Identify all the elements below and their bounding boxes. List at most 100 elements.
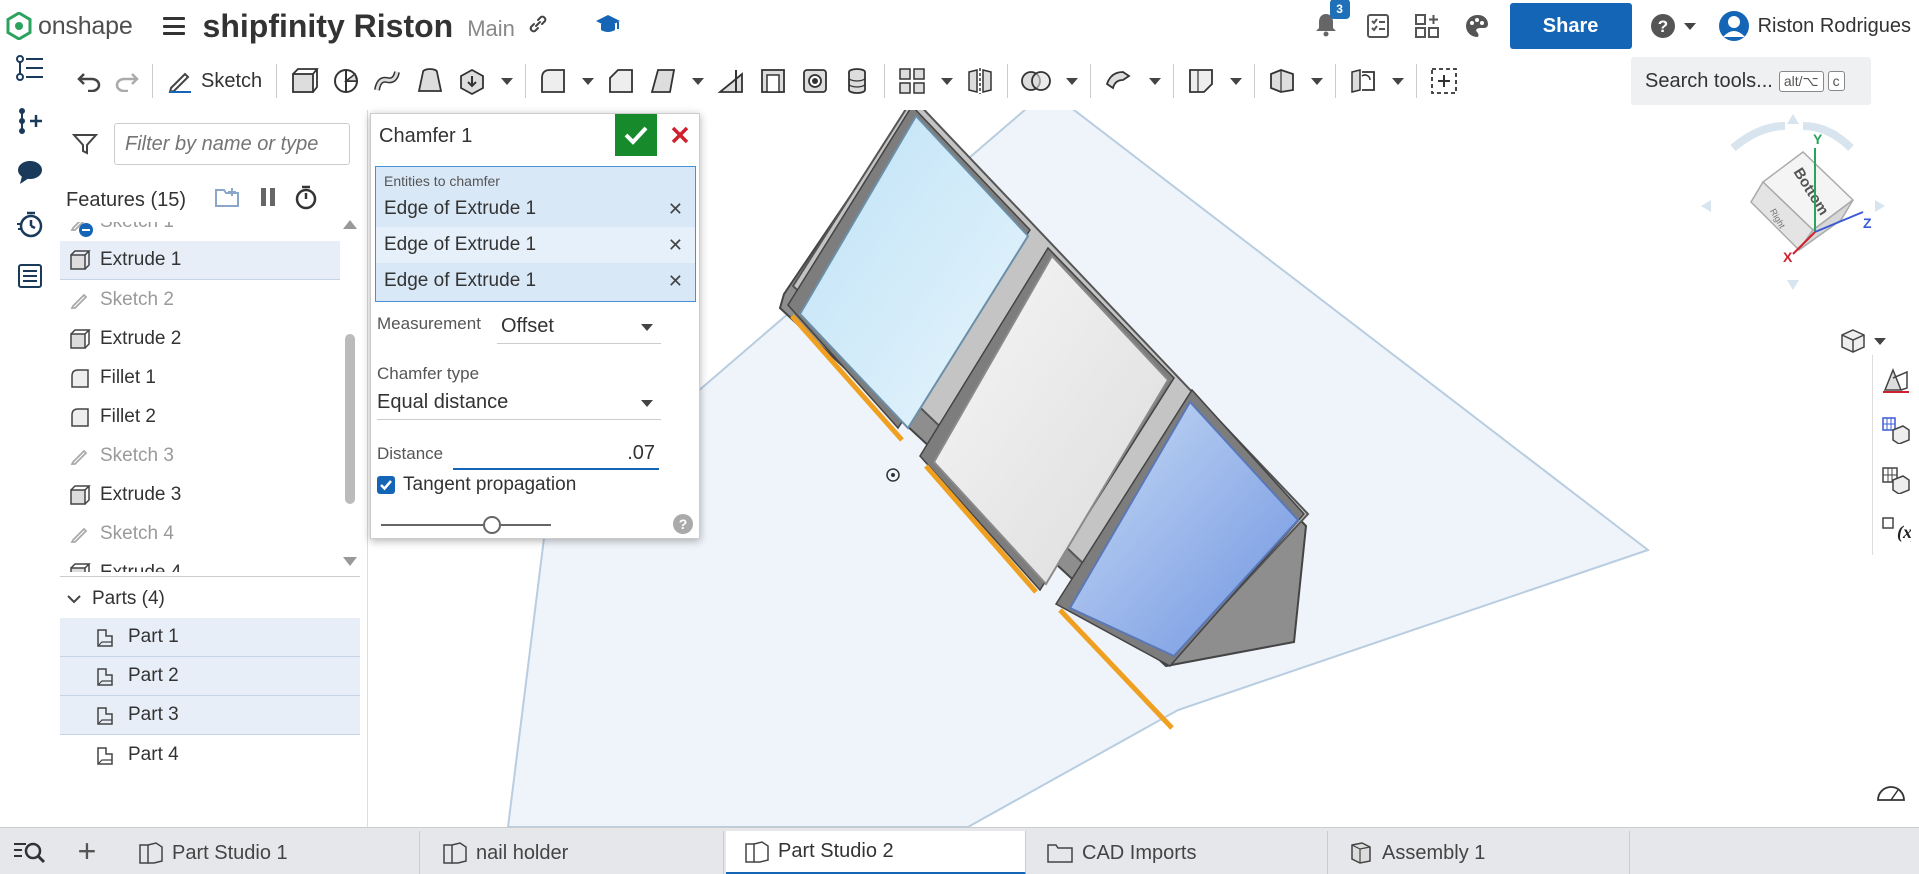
- more-draft-tools[interactable]: [684, 59, 710, 103]
- part-item[interactable]: Part 2: [60, 657, 360, 696]
- revolve-tool[interactable]: [325, 59, 367, 103]
- more-solid-tools[interactable]: [493, 59, 519, 103]
- app-store-icon[interactable]: [1414, 13, 1440, 39]
- remove-entity-icon[interactable]: ✕: [668, 235, 683, 256]
- extrude-tool[interactable]: [283, 59, 325, 103]
- shell-tool[interactable]: [752, 59, 794, 103]
- help-menu[interactable]: ?: [1650, 13, 1696, 39]
- part-item[interactable]: Part 4: [60, 735, 360, 774]
- search-tabs-icon[interactable]: [12, 838, 46, 864]
- cancel-button[interactable]: [661, 114, 699, 156]
- sketch-button[interactable]: Sketch: [159, 59, 270, 103]
- measure-tool-icon[interactable]: [1876, 782, 1906, 802]
- chamfer-tool[interactable]: [600, 59, 642, 103]
- preview-slider-handle[interactable]: [483, 516, 501, 534]
- view-cube[interactable]: Bottom Right Y Z X: [1663, 110, 1903, 308]
- notifications-button[interactable]: 3: [1314, 0, 1350, 42]
- feature-list-scrollbar[interactable]: [342, 212, 357, 572]
- thicken-tool[interactable]: [451, 59, 493, 103]
- help-icon[interactable]: ?: [673, 514, 693, 534]
- variables-icon[interactable]: (x): [1873, 505, 1919, 555]
- branch-name[interactable]: Main: [467, 16, 515, 42]
- pause-icon[interactable]: [258, 186, 278, 214]
- search-tools-input[interactable]: Search tools... alt/⌥ c: [1631, 57, 1871, 105]
- more-fillet-tools[interactable]: [574, 59, 600, 103]
- share-button[interactable]: Share: [1509, 3, 1632, 49]
- appearance-panel-icon[interactable]: [1873, 355, 1919, 405]
- measurement-select[interactable]: Offset: [497, 310, 661, 344]
- user-menu[interactable]: Riston Rodrigues: [1718, 10, 1911, 42]
- more-derived-tools[interactable]: [1384, 59, 1410, 103]
- scroll-down-icon[interactable]: [343, 557, 357, 566]
- entity-item[interactable]: Edge of Extrude 1 ✕: [376, 227, 695, 263]
- view-left-arrow[interactable]: [1701, 200, 1711, 212]
- transform-tool[interactable]: [1097, 59, 1141, 103]
- tab-cad-imports[interactable]: CAD Imports: [1028, 831, 1328, 874]
- appearance-icon[interactable]: [1464, 13, 1490, 39]
- undo-button[interactable]: [70, 59, 108, 103]
- view-up-arrow[interactable]: [1787, 114, 1799, 124]
- chamfer-type-select[interactable]: Equal distance: [377, 386, 661, 420]
- feature-item[interactable]: Extrude 2: [60, 319, 340, 358]
- tab-nail-holder[interactable]: nail holder: [424, 831, 724, 874]
- checkbox-checked-icon[interactable]: [377, 476, 395, 494]
- scroll-thumb[interactable]: [345, 334, 355, 504]
- remove-entity-icon[interactable]: ✕: [668, 271, 683, 292]
- feature-item[interactable]: Sketch 2: [60, 280, 340, 319]
- derived-tool[interactable]: [1342, 59, 1384, 103]
- tab-part-studio-1[interactable]: Part Studio 1: [120, 831, 420, 874]
- properties-icon[interactable]: [0, 250, 60, 302]
- entities-selection-box[interactable]: Entities to chamfer Edge of Extrude 1 ✕ …: [375, 166, 696, 302]
- add-custom-tool[interactable]: [1423, 59, 1465, 103]
- accept-button[interactable]: [615, 114, 657, 156]
- more-plane-tools[interactable]: [1222, 59, 1248, 103]
- boolean-tool[interactable]: [1014, 59, 1058, 103]
- add-tab-button[interactable]: +: [70, 833, 104, 869]
- menu-icon[interactable]: [162, 17, 185, 35]
- configurations-icon[interactable]: [1873, 455, 1919, 505]
- feature-item[interactable]: Sketch 1: [60, 222, 340, 241]
- view-down-arrow[interactable]: [1787, 280, 1799, 290]
- scroll-up-icon[interactable]: [343, 220, 357, 229]
- filter-icon[interactable]: [72, 132, 98, 156]
- view-options-button[interactable]: [1840, 328, 1886, 354]
- pattern-tool[interactable]: [891, 59, 933, 103]
- part-item[interactable]: Part 1: [60, 618, 360, 657]
- part-item[interactable]: Part 3: [60, 696, 360, 735]
- more-transform-tools[interactable]: [1141, 59, 1167, 103]
- feature-item[interactable]: Extrude 1: [60, 241, 340, 280]
- sweep-tool[interactable]: [367, 59, 409, 103]
- feature-item[interactable]: Extrude 3: [60, 475, 340, 514]
- tab-part-studio-2[interactable]: Part Studio 2: [726, 831, 1026, 874]
- link-icon[interactable]: [527, 13, 549, 40]
- rotate-right-arrow[interactable]: [1802, 122, 1854, 151]
- cylinder-tool[interactable]: [836, 59, 878, 103]
- draft-tool[interactable]: [642, 59, 684, 103]
- fillet-tool[interactable]: [532, 59, 574, 103]
- add-folder-icon[interactable]: [214, 186, 242, 214]
- feature-list-icon[interactable]: [0, 42, 60, 94]
- loft-tool[interactable]: [409, 59, 451, 103]
- tasks-icon[interactable]: [1366, 13, 1390, 39]
- mass-properties-icon[interactable]: [1873, 405, 1919, 455]
- insert-icon[interactable]: [0, 94, 60, 146]
- hole-tool[interactable]: [794, 59, 836, 103]
- feature-filter-input[interactable]: [114, 123, 350, 165]
- more-pattern-tools[interactable]: [933, 59, 959, 103]
- sheet-metal-tool[interactable]: [1261, 59, 1303, 103]
- redo-button[interactable]: [108, 59, 146, 103]
- entity-item[interactable]: Edge of Extrude 1 ✕: [376, 263, 695, 299]
- feature-item[interactable]: Fillet 2: [60, 397, 340, 436]
- feature-item[interactable]: Sketch 3: [60, 436, 340, 475]
- tangent-propagation-checkbox[interactable]: Tangent propagation: [377, 474, 576, 496]
- view-right-arrow[interactable]: [1875, 200, 1885, 212]
- plane-tool[interactable]: [1180, 59, 1222, 103]
- more-boolean-tools[interactable]: [1058, 59, 1084, 103]
- feature-item[interactable]: Fillet 1: [60, 358, 340, 397]
- document-title[interactable]: shipfinity Riston: [203, 8, 454, 45]
- feature-item[interactable]: Extrude 4: [60, 553, 340, 572]
- tab-assembly-1[interactable]: Assembly 1: [1330, 831, 1630, 874]
- remove-entity-icon[interactable]: ✕: [668, 199, 683, 220]
- more-sheet-metal-tools[interactable]: [1303, 59, 1329, 103]
- history-icon[interactable]: [0, 198, 60, 250]
